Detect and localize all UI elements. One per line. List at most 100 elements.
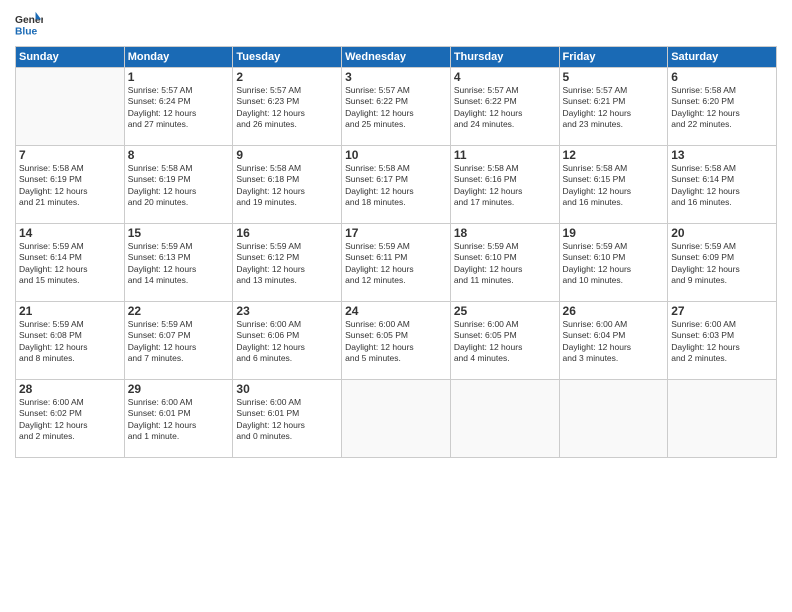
cell-info: Sunrise: 6:00 AM Sunset: 6:03 PM Dayligh… bbox=[671, 319, 773, 365]
calendar-cell: 18Sunrise: 5:59 AM Sunset: 6:10 PM Dayli… bbox=[450, 224, 559, 302]
cell-info: Sunrise: 5:59 AM Sunset: 6:10 PM Dayligh… bbox=[563, 241, 665, 287]
calendar-cell: 22Sunrise: 5:59 AM Sunset: 6:07 PM Dayli… bbox=[124, 302, 233, 380]
cell-info: Sunrise: 5:58 AM Sunset: 6:17 PM Dayligh… bbox=[345, 163, 447, 209]
calendar-cell bbox=[342, 380, 451, 458]
cell-info: Sunrise: 5:58 AM Sunset: 6:19 PM Dayligh… bbox=[19, 163, 121, 209]
day-number: 30 bbox=[236, 382, 338, 396]
day-number: 2 bbox=[236, 70, 338, 84]
cell-info: Sunrise: 5:57 AM Sunset: 6:22 PM Dayligh… bbox=[454, 85, 556, 131]
day-number: 3 bbox=[345, 70, 447, 84]
day-number: 28 bbox=[19, 382, 121, 396]
day-number: 13 bbox=[671, 148, 773, 162]
day-number: 23 bbox=[236, 304, 338, 318]
svg-text:Blue: Blue bbox=[15, 26, 38, 37]
calendar-cell: 8Sunrise: 5:58 AM Sunset: 6:19 PM Daylig… bbox=[124, 146, 233, 224]
cell-info: Sunrise: 6:00 AM Sunset: 6:06 PM Dayligh… bbox=[236, 319, 338, 365]
calendar-cell: 2Sunrise: 5:57 AM Sunset: 6:23 PM Daylig… bbox=[233, 68, 342, 146]
cell-info: Sunrise: 5:58 AM Sunset: 6:15 PM Dayligh… bbox=[563, 163, 665, 209]
calendar-cell: 26Sunrise: 6:00 AM Sunset: 6:04 PM Dayli… bbox=[559, 302, 668, 380]
header: General Blue bbox=[15, 10, 777, 38]
calendar-cell: 30Sunrise: 6:00 AM Sunset: 6:01 PM Dayli… bbox=[233, 380, 342, 458]
day-number: 1 bbox=[128, 70, 230, 84]
calendar-cell: 10Sunrise: 5:58 AM Sunset: 6:17 PM Dayli… bbox=[342, 146, 451, 224]
calendar-cell: 9Sunrise: 5:58 AM Sunset: 6:18 PM Daylig… bbox=[233, 146, 342, 224]
cell-info: Sunrise: 6:00 AM Sunset: 6:04 PM Dayligh… bbox=[563, 319, 665, 365]
cell-info: Sunrise: 5:59 AM Sunset: 6:07 PM Dayligh… bbox=[128, 319, 230, 365]
day-number: 22 bbox=[128, 304, 230, 318]
calendar-cell: 4Sunrise: 5:57 AM Sunset: 6:22 PM Daylig… bbox=[450, 68, 559, 146]
weekday-header: Tuesday bbox=[233, 47, 342, 68]
day-number: 16 bbox=[236, 226, 338, 240]
calendar-week-row: 14Sunrise: 5:59 AM Sunset: 6:14 PM Dayli… bbox=[16, 224, 777, 302]
cell-info: Sunrise: 6:00 AM Sunset: 6:01 PM Dayligh… bbox=[128, 397, 230, 443]
cell-info: Sunrise: 6:00 AM Sunset: 6:01 PM Dayligh… bbox=[236, 397, 338, 443]
calendar-cell: 28Sunrise: 6:00 AM Sunset: 6:02 PM Dayli… bbox=[16, 380, 125, 458]
calendar-cell: 25Sunrise: 6:00 AM Sunset: 6:05 PM Dayli… bbox=[450, 302, 559, 380]
day-number: 7 bbox=[19, 148, 121, 162]
weekday-header: Monday bbox=[124, 47, 233, 68]
cell-info: Sunrise: 5:59 AM Sunset: 6:14 PM Dayligh… bbox=[19, 241, 121, 287]
day-number: 14 bbox=[19, 226, 121, 240]
cell-info: Sunrise: 5:59 AM Sunset: 6:12 PM Dayligh… bbox=[236, 241, 338, 287]
cell-info: Sunrise: 5:57 AM Sunset: 6:24 PM Dayligh… bbox=[128, 85, 230, 131]
cell-info: Sunrise: 5:57 AM Sunset: 6:23 PM Dayligh… bbox=[236, 85, 338, 131]
calendar-cell bbox=[668, 380, 777, 458]
calendar-cell: 24Sunrise: 6:00 AM Sunset: 6:05 PM Dayli… bbox=[342, 302, 451, 380]
cell-info: Sunrise: 5:59 AM Sunset: 6:13 PM Dayligh… bbox=[128, 241, 230, 287]
calendar-cell: 27Sunrise: 6:00 AM Sunset: 6:03 PM Dayli… bbox=[668, 302, 777, 380]
calendar-week-row: 1Sunrise: 5:57 AM Sunset: 6:24 PM Daylig… bbox=[16, 68, 777, 146]
day-number: 19 bbox=[563, 226, 665, 240]
cell-info: Sunrise: 6:00 AM Sunset: 6:05 PM Dayligh… bbox=[454, 319, 556, 365]
cell-info: Sunrise: 5:58 AM Sunset: 6:14 PM Dayligh… bbox=[671, 163, 773, 209]
page: General Blue SundayMondayTuesdayWednesda… bbox=[0, 0, 792, 612]
day-number: 5 bbox=[563, 70, 665, 84]
day-number: 18 bbox=[454, 226, 556, 240]
cell-info: Sunrise: 5:59 AM Sunset: 6:11 PM Dayligh… bbox=[345, 241, 447, 287]
calendar-cell: 3Sunrise: 5:57 AM Sunset: 6:22 PM Daylig… bbox=[342, 68, 451, 146]
calendar-cell: 21Sunrise: 5:59 AM Sunset: 6:08 PM Dayli… bbox=[16, 302, 125, 380]
calendar-cell: 6Sunrise: 5:58 AM Sunset: 6:20 PM Daylig… bbox=[668, 68, 777, 146]
day-number: 24 bbox=[345, 304, 447, 318]
cell-info: Sunrise: 5:58 AM Sunset: 6:19 PM Dayligh… bbox=[128, 163, 230, 209]
day-number: 25 bbox=[454, 304, 556, 318]
calendar-cell: 12Sunrise: 5:58 AM Sunset: 6:15 PM Dayli… bbox=[559, 146, 668, 224]
calendar-cell: 13Sunrise: 5:58 AM Sunset: 6:14 PM Dayli… bbox=[668, 146, 777, 224]
day-number: 27 bbox=[671, 304, 773, 318]
day-number: 8 bbox=[128, 148, 230, 162]
day-number: 4 bbox=[454, 70, 556, 84]
cell-info: Sunrise: 5:58 AM Sunset: 6:16 PM Dayligh… bbox=[454, 163, 556, 209]
cell-info: Sunrise: 5:59 AM Sunset: 6:10 PM Dayligh… bbox=[454, 241, 556, 287]
calendar-cell: 29Sunrise: 6:00 AM Sunset: 6:01 PM Dayli… bbox=[124, 380, 233, 458]
weekday-header: Thursday bbox=[450, 47, 559, 68]
calendar-cell: 7Sunrise: 5:58 AM Sunset: 6:19 PM Daylig… bbox=[16, 146, 125, 224]
calendar-cell: 5Sunrise: 5:57 AM Sunset: 6:21 PM Daylig… bbox=[559, 68, 668, 146]
day-number: 11 bbox=[454, 148, 556, 162]
calendar-week-row: 7Sunrise: 5:58 AM Sunset: 6:19 PM Daylig… bbox=[16, 146, 777, 224]
calendar-cell: 17Sunrise: 5:59 AM Sunset: 6:11 PM Dayli… bbox=[342, 224, 451, 302]
cell-info: Sunrise: 5:58 AM Sunset: 6:20 PM Dayligh… bbox=[671, 85, 773, 131]
weekday-header: Sunday bbox=[16, 47, 125, 68]
logo-icon: General Blue bbox=[15, 10, 43, 38]
day-number: 26 bbox=[563, 304, 665, 318]
calendar-cell: 1Sunrise: 5:57 AM Sunset: 6:24 PM Daylig… bbox=[124, 68, 233, 146]
day-number: 10 bbox=[345, 148, 447, 162]
day-number: 15 bbox=[128, 226, 230, 240]
calendar-week-row: 28Sunrise: 6:00 AM Sunset: 6:02 PM Dayli… bbox=[16, 380, 777, 458]
calendar-week-row: 21Sunrise: 5:59 AM Sunset: 6:08 PM Dayli… bbox=[16, 302, 777, 380]
cell-info: Sunrise: 5:58 AM Sunset: 6:18 PM Dayligh… bbox=[236, 163, 338, 209]
calendar-cell bbox=[559, 380, 668, 458]
calendar-cell bbox=[450, 380, 559, 458]
calendar-cell: 14Sunrise: 5:59 AM Sunset: 6:14 PM Dayli… bbox=[16, 224, 125, 302]
calendar-cell: 15Sunrise: 5:59 AM Sunset: 6:13 PM Dayli… bbox=[124, 224, 233, 302]
day-number: 29 bbox=[128, 382, 230, 396]
logo: General Blue bbox=[15, 10, 47, 38]
cell-info: Sunrise: 5:57 AM Sunset: 6:21 PM Dayligh… bbox=[563, 85, 665, 131]
calendar-cell: 11Sunrise: 5:58 AM Sunset: 6:16 PM Dayli… bbox=[450, 146, 559, 224]
cell-info: Sunrise: 5:59 AM Sunset: 6:09 PM Dayligh… bbox=[671, 241, 773, 287]
cell-info: Sunrise: 6:00 AM Sunset: 6:05 PM Dayligh… bbox=[345, 319, 447, 365]
calendar: SundayMondayTuesdayWednesdayThursdayFrid… bbox=[15, 46, 777, 458]
cell-info: Sunrise: 5:57 AM Sunset: 6:22 PM Dayligh… bbox=[345, 85, 447, 131]
calendar-cell: 20Sunrise: 5:59 AM Sunset: 6:09 PM Dayli… bbox=[668, 224, 777, 302]
day-number: 6 bbox=[671, 70, 773, 84]
day-number: 12 bbox=[563, 148, 665, 162]
